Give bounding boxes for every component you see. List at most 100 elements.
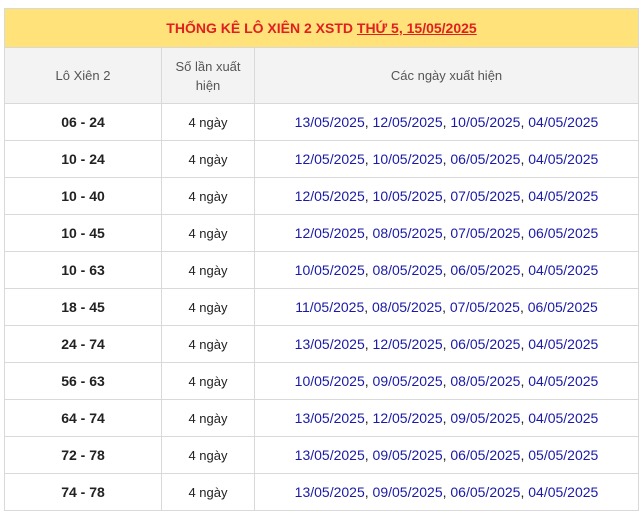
count-cell: 4 ngày — [161, 362, 255, 400]
date-separator: , — [364, 410, 373, 426]
date-item: 04/05/2025 — [528, 484, 599, 500]
date-separator: , — [364, 151, 373, 167]
dates-cell: 10/05/2025, 09/05/2025, 08/05/2025, 04/0… — [253, 362, 640, 400]
table-row: 10 - 24 4 ngày 12/05/2025, 10/05/2025, 06/… — [4, 140, 640, 178]
date-item: 08/05/2025 — [372, 225, 443, 241]
date-item: 04/05/2025 — [528, 410, 599, 426]
count-cell: 4 ngày — [161, 473, 255, 511]
dates-cell: 13/05/2025, 09/05/2025, 06/05/2025, 04/0… — [253, 473, 640, 511]
pair-cell: 10 - 63 — [4, 251, 162, 289]
count-cell: 4 ngày — [161, 214, 255, 252]
title-date-link[interactable]: THỨ 5, 15/05/2025 — [357, 20, 477, 36]
count-cell: 4 ngày — [161, 399, 255, 437]
date-item: 09/05/2025 — [372, 373, 443, 389]
date-item: 04/05/2025 — [528, 262, 599, 278]
date-item: 13/05/2025 — [294, 484, 365, 500]
date-separator: , — [364, 188, 373, 204]
date-separator: , — [519, 299, 528, 315]
date-item: 09/05/2025 — [372, 484, 443, 500]
date-item: 12/05/2025 — [372, 410, 443, 426]
pair-cell: 18 - 45 — [4, 288, 162, 326]
date-item: 07/05/2025 — [449, 299, 520, 315]
pair-cell: 10 - 24 — [4, 140, 162, 178]
date-item: 06/05/2025 — [450, 151, 521, 167]
pair-cell: 74 - 78 — [4, 473, 162, 511]
table-title: THỐNG KÊ LÔ XIÊN 2 XSTD THỨ 5, 15/05/202… — [3, 8, 640, 48]
table-row: 56 - 63 4 ngày 10/05/2025, 09/05/2025, 08/… — [4, 362, 640, 400]
dates-cell: 13/05/2025, 12/05/2025, 10/05/2025, 04/0… — [253, 103, 640, 141]
stats-panel: THỐNG KÊ LÔ XIÊN 2 XSTD THỨ 5, 15/05/202… — [3, 8, 640, 511]
table-row: 10 - 63 4 ngày 10/05/2025, 08/05/2025, 06/… — [4, 251, 640, 289]
pair-cell: 64 - 74 — [4, 399, 162, 437]
header-row: Lô Xiên 2 Số lần xuất hiện Các ngày xuất… — [4, 47, 640, 104]
count-cell: 4 ngày — [161, 288, 255, 326]
table-row: 72 - 78 4 ngày 13/05/2025, 09/05/2025, 06/… — [4, 436, 640, 474]
header-pair: Lô Xiên 2 — [4, 47, 162, 104]
pair-cell: 24 - 74 — [4, 325, 162, 363]
date-item: 07/05/2025 — [450, 188, 521, 204]
date-item: 12/05/2025 — [294, 225, 365, 241]
count-cell: 4 ngày — [161, 436, 255, 474]
count-cell: 4 ngày — [161, 103, 255, 141]
table-row: 18 - 45 4 ngày 11/05/2025, 08/05/2025, 07/… — [4, 288, 640, 326]
date-item: 04/05/2025 — [528, 373, 599, 389]
date-item: 13/05/2025 — [294, 410, 365, 426]
date-item: 11/05/2025 — [295, 299, 365, 315]
date-item: 06/05/2025 — [527, 299, 598, 315]
header-count: Số lần xuất hiện — [161, 47, 255, 104]
date-item: 12/05/2025 — [372, 114, 443, 130]
dates-cell: 12/05/2025, 08/05/2025, 07/05/2025, 06/0… — [253, 214, 640, 252]
xien-stats-table: THỐNG KÊ LÔ XIÊN 2 XSTD THỨ 5, 15/05/202… — [3, 8, 640, 511]
date-item: 06/05/2025 — [450, 447, 521, 463]
date-item: 04/05/2025 — [528, 188, 599, 204]
date-item: 08/05/2025 — [372, 262, 443, 278]
date-item: 10/05/2025 — [294, 373, 365, 389]
date-separator: , — [364, 262, 373, 278]
date-separator: , — [364, 447, 373, 463]
table-row: 24 - 74 4 ngày 13/05/2025, 12/05/2025, 06/… — [4, 325, 640, 363]
date-separator: , — [364, 373, 373, 389]
count-cell: 4 ngày — [161, 140, 255, 178]
dates-cell: 13/05/2025, 12/05/2025, 06/05/2025, 04/0… — [253, 325, 640, 363]
date-separator: , — [442, 299, 450, 315]
date-item: 08/05/2025 — [450, 373, 521, 389]
date-item: 12/05/2025 — [372, 336, 443, 352]
date-item: 10/05/2025 — [372, 188, 443, 204]
date-item: 12/05/2025 — [294, 151, 365, 167]
pair-cell: 10 - 40 — [4, 177, 162, 215]
date-item: 13/05/2025 — [294, 336, 365, 352]
date-item: 13/05/2025 — [294, 447, 365, 463]
date-item: 10/05/2025 — [294, 262, 365, 278]
date-item: 05/05/2025 — [528, 447, 599, 463]
date-separator: , — [364, 336, 373, 352]
date-item: 10/05/2025 — [450, 114, 521, 130]
pair-cell: 72 - 78 — [4, 436, 162, 474]
date-item: 09/05/2025 — [372, 447, 443, 463]
date-separator: , — [364, 299, 373, 315]
pair-cell: 56 - 63 — [4, 362, 162, 400]
table-row: 64 - 74 4 ngày 13/05/2025, 12/05/2025, 09/… — [4, 399, 640, 437]
dates-cell: 12/05/2025, 10/05/2025, 06/05/2025, 04/0… — [253, 140, 640, 178]
dates-cell: 11/05/2025, 08/05/2025, 07/05/2025, 06/0… — [253, 288, 640, 326]
date-item: 10/05/2025 — [372, 151, 443, 167]
pair-cell: 06 - 24 — [4, 103, 162, 141]
table-row: 10 - 40 4 ngày 12/05/2025, 10/05/2025, 07/… — [4, 177, 640, 215]
dates-cell: 13/05/2025, 12/05/2025, 09/05/2025, 04/0… — [253, 399, 640, 437]
count-cell: 4 ngày — [161, 177, 255, 215]
date-separator: , — [364, 225, 373, 241]
count-cell: 4 ngày — [161, 325, 255, 363]
pair-cell: 10 - 45 — [4, 214, 162, 252]
date-item: 06/05/2025 — [450, 336, 521, 352]
date-item: 04/05/2025 — [528, 151, 599, 167]
dates-cell: 10/05/2025, 08/05/2025, 06/05/2025, 04/0… — [253, 251, 640, 289]
date-item: 07/05/2025 — [450, 225, 521, 241]
date-item: 06/05/2025 — [528, 225, 599, 241]
date-item: 12/05/2025 — [294, 188, 365, 204]
date-separator: , — [364, 484, 373, 500]
dates-cell: 13/05/2025, 09/05/2025, 06/05/2025, 05/0… — [253, 436, 640, 474]
date-separator: , — [364, 114, 373, 130]
table-row: 06 - 24 4 ngày 13/05/2025, 12/05/2025, 10/… — [4, 103, 640, 141]
date-item: 04/05/2025 — [528, 114, 599, 130]
date-item: 06/05/2025 — [450, 262, 521, 278]
header-dates: Các ngày xuất hiện — [253, 47, 640, 104]
